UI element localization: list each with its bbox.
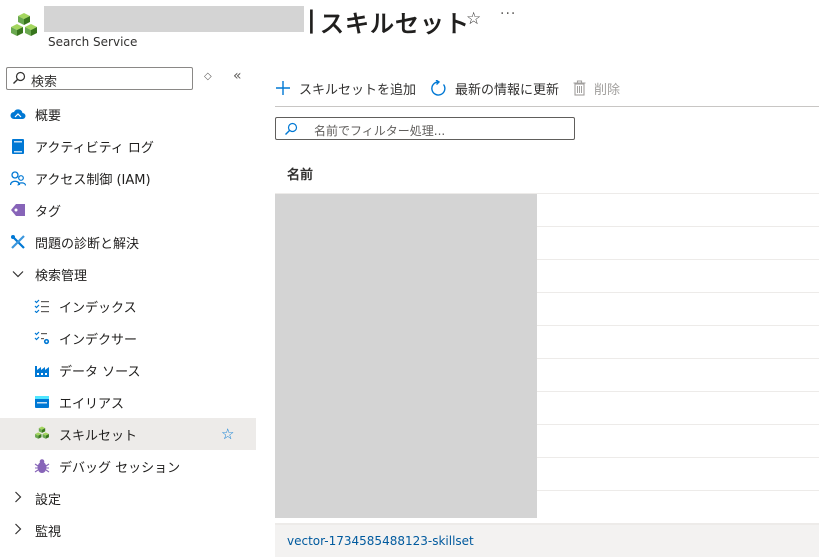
sidebar-item-label: デバッグ セッション	[59, 460, 181, 476]
search-service-logo-icon	[11, 13, 37, 36]
sidebar: 検索 ◇ « 概要 アクティビティ ログ アクセス制御 (IAM) タグ 問題の…	[0, 60, 256, 560]
name-filter-input[interactable]: 名前でフィルター処理...	[275, 117, 575, 140]
search-icon	[285, 122, 298, 135]
skillset-link[interactable]: vector-1734585488123-skillset	[287, 534, 474, 548]
sidebar-item-skillsets[interactable]: スキルセット ☆	[0, 418, 256, 450]
sidebar-item-label: 監視	[35, 524, 62, 540]
indexer-icon	[33, 329, 51, 347]
more-options-icon[interactable]: ···	[500, 6, 516, 22]
page-title: スキルセット	[320, 10, 470, 38]
chevron-right-icon	[9, 491, 27, 506]
sidebar-item-indexes[interactable]: インデックス	[0, 290, 256, 322]
sidebar-item-indexers[interactable]: インデクサー	[0, 322, 256, 354]
search-icon	[13, 71, 26, 84]
page-subtitle: Search Service	[48, 35, 138, 49]
sidebar-item-debug-sessions[interactable]: デバッグ セッション	[0, 450, 256, 482]
sidebar-item-label: インデックス	[59, 300, 137, 316]
sidebar-item-label: スキルセット	[59, 428, 138, 444]
add-skillset-label: スキルセットを追加	[299, 82, 417, 98]
sidebar-item-label: インデクサー	[59, 332, 138, 348]
sort-toggle-icon[interactable]: ◇	[204, 71, 212, 82]
wrench-icon	[9, 233, 27, 251]
sidebar-item-iam[interactable]: アクセス制御 (IAM)	[0, 162, 256, 194]
trash-icon	[573, 80, 586, 96]
collapse-sidebar-icon[interactable]: «	[233, 68, 242, 84]
delete-button[interactable]: 削除	[573, 79, 620, 98]
sidebar-item-aliases[interactable]: エイリアス	[0, 386, 256, 418]
refresh-label: 最新の情報に更新	[455, 82, 560, 98]
index-list-icon	[33, 297, 51, 315]
sidebar-item-label: 設定	[35, 492, 62, 508]
favorite-star-icon[interactable]: ☆	[221, 425, 234, 443]
people-icon	[9, 169, 27, 187]
sidebar-item-overview[interactable]: 概要	[0, 98, 256, 130]
sidebar-item-label: 概要	[35, 108, 62, 124]
refresh-button[interactable]: 最新の情報に更新	[430, 79, 559, 98]
sidebar-item-activity-log[interactable]: アクティビティ ログ	[0, 130, 256, 162]
redacted-skillset-names	[275, 194, 537, 518]
sidebar-item-data-sources[interactable]: データ ソース	[0, 354, 256, 386]
sidebar-item-label: アクセス制御 (IAM)	[35, 172, 151, 188]
factory-icon	[33, 361, 51, 379]
refresh-icon	[430, 79, 447, 97]
sidebar-item-label: 問題の診断と解決	[35, 236, 140, 252]
sidebar-group-monitoring[interactable]: 監視	[0, 514, 256, 546]
sidebar-item-label: データ ソース	[59, 364, 141, 380]
add-skillset-button[interactable]: スキルセットを追加	[275, 79, 416, 98]
sidebar-search-input[interactable]: 検索	[6, 67, 193, 90]
sidebar-group-settings[interactable]: 設定	[0, 482, 256, 514]
sidebar-item-diagnose[interactable]: 問題の診断と解決	[0, 226, 256, 258]
title-separator: |	[307, 6, 316, 34]
favorite-star-icon[interactable]: ☆	[466, 9, 481, 29]
table-row-selected[interactable]: vector-1734585488123-skillset	[275, 524, 819, 557]
sidebar-item-tags[interactable]: タグ	[0, 194, 256, 226]
chevron-right-icon	[9, 523, 27, 538]
redacted-service-name	[44, 6, 304, 32]
page-header: | スキルセット ☆ ··· Search Service	[0, 0, 819, 60]
delete-label: 削除	[594, 82, 621, 98]
column-header-name[interactable]: 名前	[287, 164, 313, 183]
tag-icon	[9, 201, 27, 219]
alias-icon	[33, 393, 51, 411]
chevron-down-icon	[9, 267, 27, 281]
sidebar-group-search-management[interactable]: 検索管理	[0, 258, 256, 290]
plus-icon	[275, 80, 291, 96]
sidebar-search-placeholder: 検索	[31, 75, 58, 90]
command-bar: スキルセットを追加 最新の情報に更新 削除	[275, 76, 819, 100]
cubes-icon	[33, 425, 51, 443]
sidebar-item-label: 検索管理	[35, 268, 88, 284]
filter-placeholder: 名前でフィルター処理...	[314, 124, 446, 138]
sidebar-item-label: エイリアス	[59, 396, 125, 412]
bug-icon	[33, 457, 51, 475]
cloud-icon	[9, 105, 27, 123]
sidebar-nav: 概要 アクティビティ ログ アクセス制御 (IAM) タグ 問題の診断と解決 検…	[0, 98, 256, 546]
main-content: スキルセットを追加 最新の情報に更新 削除 名前でフィルター処理... 名前 v…	[275, 60, 819, 560]
activity-log-icon	[9, 137, 27, 155]
command-bar-divider	[275, 106, 819, 107]
sidebar-item-label: タグ	[35, 204, 62, 220]
sidebar-item-label: アクティビティ ログ	[35, 140, 154, 156]
